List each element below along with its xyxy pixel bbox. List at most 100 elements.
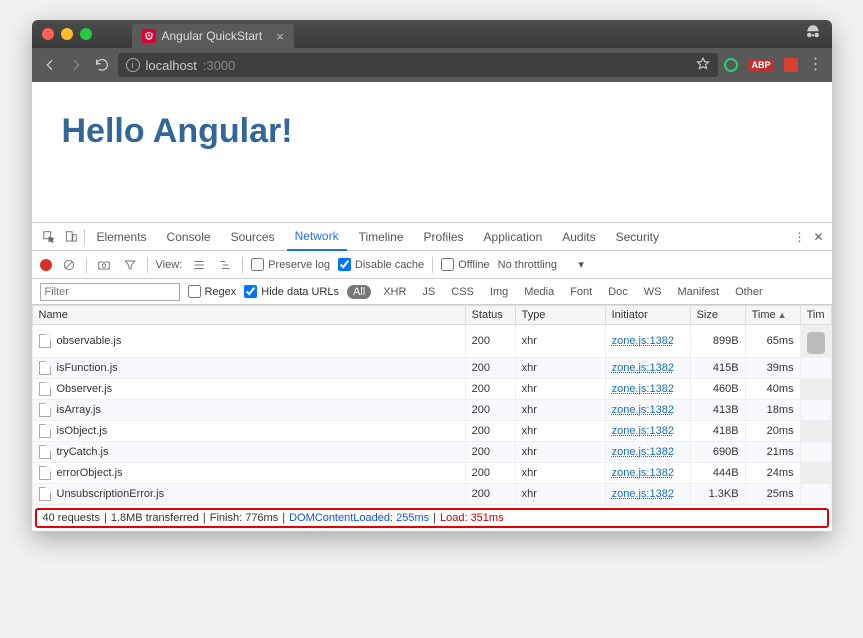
devtools-tab-elements[interactable]: Elements: [89, 223, 155, 251]
window-controls: [42, 28, 92, 40]
summary-transferred: 1.8MB transferred: [111, 512, 199, 524]
large-rows-icon[interactable]: [190, 256, 208, 274]
initiator-link[interactable]: zone.js:1382: [612, 446, 674, 458]
filter-type-font[interactable]: Font: [566, 284, 596, 300]
filter-type-js[interactable]: JS: [418, 284, 439, 300]
column-timeline[interactable]: Tim: [800, 306, 831, 325]
close-window-button[interactable]: [42, 28, 54, 40]
devtools-close-icon[interactable]: ✕: [813, 230, 823, 244]
initiator-link[interactable]: zone.js:1382: [612, 362, 674, 374]
devtools-tab-console[interactable]: Console: [159, 223, 219, 251]
devtools-tab-network[interactable]: Network: [287, 223, 347, 251]
summary-requests: 40 requests: [43, 512, 100, 524]
table-row[interactable]: Observer.js200xhrzone.js:1382460B40ms: [32, 379, 831, 400]
waterfall-icon[interactable]: [216, 256, 234, 274]
forward-button[interactable]: [66, 55, 86, 75]
filter-type-ws[interactable]: WS: [640, 284, 666, 300]
initiator-link[interactable]: zone.js:1382: [612, 335, 674, 347]
url-host: localhost: [146, 58, 197, 73]
initiator-link[interactable]: zone.js:1382: [612, 467, 674, 479]
pocket-extension-icon[interactable]: [784, 58, 798, 72]
tab-close-button[interactable]: ×: [276, 29, 284, 44]
file-icon: [39, 424, 51, 438]
page-heading: Hello Angular!: [62, 112, 802, 151]
devtools-tab-audits[interactable]: Audits: [554, 223, 603, 251]
column-initiator[interactable]: Initiator: [605, 306, 690, 325]
regex-checkbox[interactable]: Regex: [188, 285, 237, 298]
network-summary-bar: 40 requests | 1.8MB transferred | Finish…: [35, 508, 829, 528]
page-viewport: Hello Angular!: [32, 82, 832, 222]
table-row[interactable]: observable.js200xhrzone.js:1382899B65ms: [32, 325, 831, 358]
hide-data-urls-checkbox[interactable]: Hide data URLs: [244, 285, 339, 298]
url-toolbar: i localhost :3000 ABP ⋮: [32, 48, 832, 82]
capture-screenshot-icon[interactable]: [95, 256, 113, 274]
table-row[interactable]: isObject.js200xhrzone.js:1382418B20ms: [32, 421, 831, 442]
network-filter-input[interactable]: [40, 283, 180, 301]
initiator-link[interactable]: zone.js:1382: [612, 383, 674, 395]
inspect-element-icon[interactable]: [40, 228, 58, 246]
filter-type-all[interactable]: All: [347, 285, 371, 299]
filter-type-img[interactable]: Img: [486, 284, 512, 300]
preserve-log-checkbox[interactable]: Preserve log: [251, 258, 330, 271]
angular-icon: [142, 29, 156, 43]
bookmark-star-icon[interactable]: [696, 57, 710, 74]
offline-checkbox[interactable]: Offline: [441, 258, 490, 271]
initiator-link[interactable]: zone.js:1382: [612, 488, 674, 500]
table-row[interactable]: UnsubscriptionError.js200xhrzone.js:1382…: [32, 484, 831, 505]
filter-type-css[interactable]: CSS: [447, 284, 478, 300]
table-row[interactable]: isArray.js200xhrzone.js:1382413B18ms: [32, 400, 831, 421]
site-info-icon[interactable]: i: [126, 58, 140, 72]
network-table: Name Status Type Initiator Size Time▲ Ti…: [32, 305, 832, 505]
initiator-link[interactable]: zone.js:1382: [612, 404, 674, 416]
browser-tab[interactable]: Angular QuickStart ×: [132, 24, 294, 48]
file-icon: [39, 445, 51, 459]
devtools-panel: ElementsConsoleSourcesNetworkTimelinePro…: [32, 222, 832, 528]
summary-finish: Finish: 776ms: [210, 512, 278, 524]
throttling-select[interactable]: No throttling ▾: [498, 258, 584, 271]
record-button[interactable]: [40, 259, 52, 271]
browser-menu-button[interactable]: ⋮: [808, 57, 824, 73]
table-row[interactable]: tryCatch.js200xhrzone.js:1382690B21ms: [32, 442, 831, 463]
table-row[interactable]: errorObject.js200xhrzone.js:1382444B24ms: [32, 463, 831, 484]
devtools-more-icon[interactable]: ⋮: [793, 230, 805, 244]
devtools-tab-profiles[interactable]: Profiles: [416, 223, 472, 251]
filter-type-doc[interactable]: Doc: [604, 284, 632, 300]
filter-type-xhr[interactable]: XHR: [379, 284, 410, 300]
back-button[interactable]: [40, 55, 60, 75]
minimize-window-button[interactable]: [61, 28, 73, 40]
devtools-tab-application[interactable]: Application: [476, 223, 551, 251]
column-type[interactable]: Type: [515, 306, 605, 325]
filter-type-other[interactable]: Other: [731, 284, 767, 300]
url-port: :3000: [203, 58, 236, 73]
filter-toggle-icon[interactable]: [121, 256, 139, 274]
file-icon: [39, 487, 51, 501]
filter-type-media[interactable]: Media: [520, 284, 558, 300]
column-name[interactable]: Name: [32, 306, 465, 325]
column-size[interactable]: Size: [690, 306, 745, 325]
titlebar: Angular QuickStart ×: [32, 20, 832, 48]
devtools-tab-security[interactable]: Security: [608, 223, 667, 251]
reload-button[interactable]: [92, 55, 112, 75]
table-row[interactable]: isFunction.js200xhrzone.js:1382415B39ms: [32, 358, 831, 379]
disable-cache-checkbox[interactable]: Disable cache: [338, 258, 424, 271]
summary-dcl: DOMContentLoaded: 255ms: [289, 512, 429, 524]
devtools-tab-sources[interactable]: Sources: [223, 223, 283, 251]
file-icon: [39, 334, 51, 348]
initiator-link[interactable]: zone.js:1382: [612, 425, 674, 437]
filter-type-manifest[interactable]: Manifest: [674, 284, 724, 300]
file-icon: [39, 403, 51, 417]
maximize-window-button[interactable]: [80, 28, 92, 40]
extension-green-icon[interactable]: [724, 58, 738, 72]
devtools-tab-timeline[interactable]: Timeline: [351, 223, 412, 251]
device-toggle-icon[interactable]: [62, 228, 80, 246]
column-time[interactable]: Time▲: [745, 306, 800, 325]
browser-window: Angular QuickStart × i localhost :3000 AB…: [32, 20, 832, 531]
abp-extension-icon[interactable]: ABP: [748, 59, 773, 71]
clear-button[interactable]: [60, 256, 78, 274]
incognito-icon: [804, 23, 822, 46]
scrollbar-thumb[interactable]: [807, 332, 825, 354]
column-status[interactable]: Status: [465, 306, 515, 325]
file-icon: [39, 382, 51, 396]
network-toolbar: View: Preserve log Disable cache Offline…: [32, 251, 832, 279]
address-bar[interactable]: i localhost :3000: [118, 53, 719, 77]
